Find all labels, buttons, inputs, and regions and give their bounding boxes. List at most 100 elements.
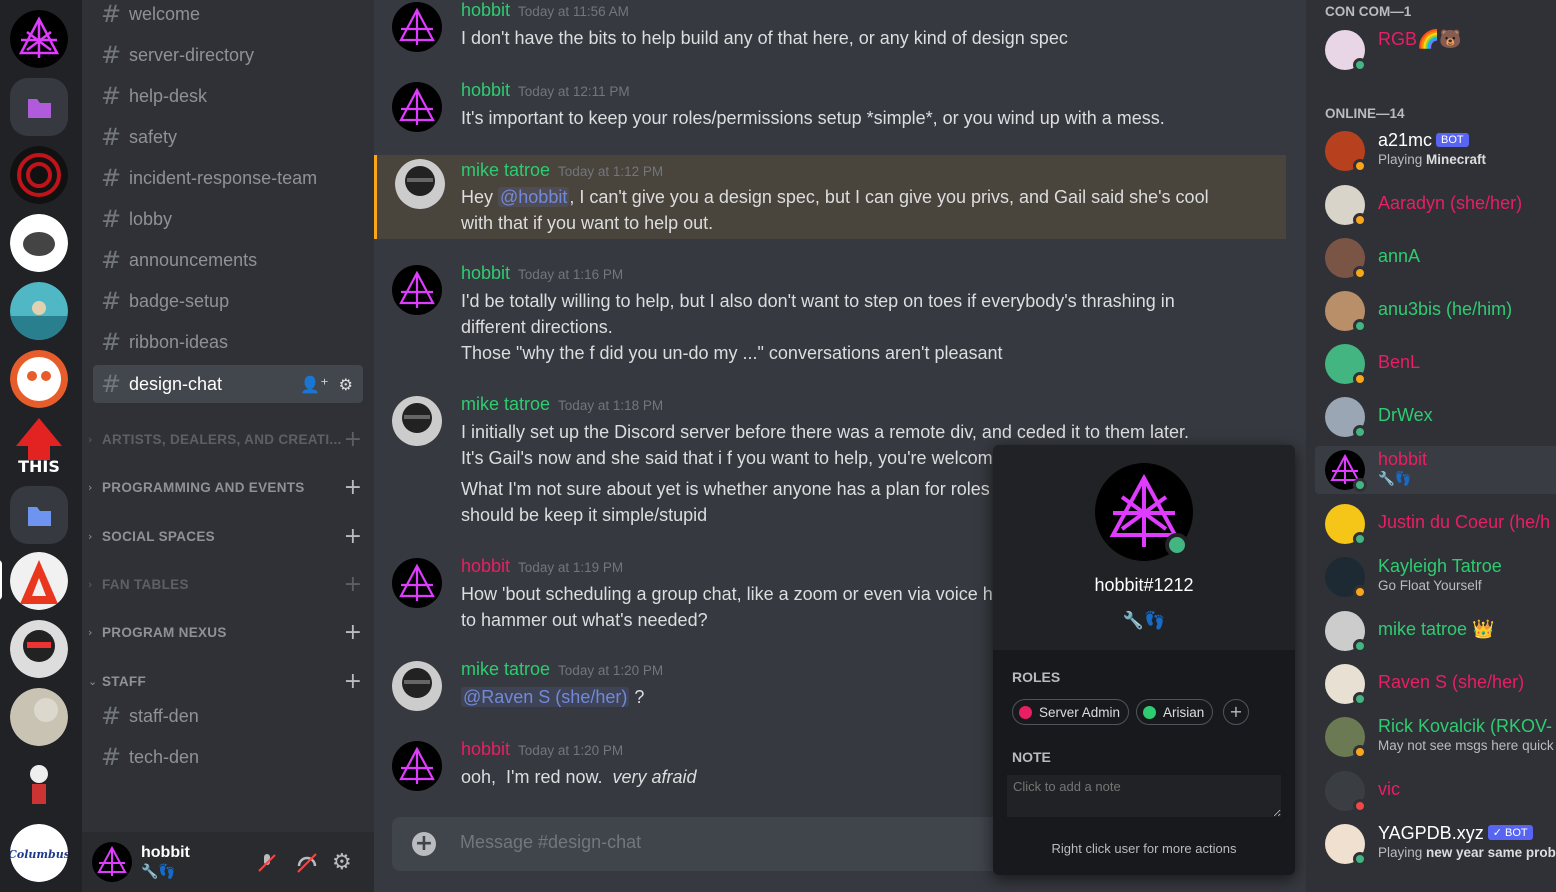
- message-author[interactable]: hobbit: [461, 739, 510, 759]
- category-social[interactable]: › SOCIAL SPACES +: [88, 524, 362, 549]
- server-icon-blur[interactable]: [10, 688, 68, 746]
- bot-badge: BOT: [1436, 133, 1469, 147]
- add-attachment-button[interactable]: +: [412, 832, 436, 856]
- message[interactable]: hobbit Today at 12:11 PM It's important t…: [374, 80, 1286, 142]
- channel-design-chat[interactable]: # design-chat 👤⁺ ⚙: [93, 365, 363, 403]
- message-author[interactable]: hobbit: [461, 556, 510, 576]
- category-fan-tables[interactable]: › FAN TABLES +: [88, 572, 362, 597]
- member-item[interactable]: Kayleigh Tatroe Go Float Yourself: [1315, 553, 1556, 601]
- deafen-icon[interactable]: [294, 850, 320, 876]
- member-item[interactable]: Raven S (she/her): [1315, 660, 1556, 708]
- server-icon-this[interactable]: THIS: [10, 416, 68, 474]
- avatar[interactable]: [392, 396, 442, 446]
- channel-announcements[interactable]: # announcements: [93, 241, 363, 279]
- message-input-placeholder[interactable]: Message #design-chat: [460, 832, 641, 853]
- gear-icon[interactable]: ⚙: [339, 375, 353, 394]
- member-item[interactable]: BenL: [1315, 340, 1556, 388]
- member-item[interactable]: DrWex: [1315, 393, 1556, 441]
- member-name: a21mc BOT: [1378, 130, 1469, 151]
- avatar[interactable]: [395, 159, 445, 209]
- activity-prefix: Playing: [1378, 845, 1427, 860]
- mute-icon[interactable]: [254, 850, 280, 876]
- avatar[interactable]: [392, 265, 442, 315]
- channel-server-directory[interactable]: # server-directory: [93, 36, 363, 74]
- server-icon-shape[interactable]: [10, 214, 68, 272]
- server-icon-underwater[interactable]: [10, 282, 68, 340]
- folder-icon-2[interactable]: [10, 486, 68, 544]
- server-icon-columbus[interactable]: Columbus: [10, 824, 68, 882]
- user-mention[interactable]: @Raven S (she/her): [461, 687, 630, 707]
- server-icon-target[interactable]: [10, 146, 68, 204]
- message[interactable]: hobbit Today at 11:56 AM I don't have the…: [374, 0, 1286, 62]
- online-status-indicator: [1165, 533, 1189, 557]
- server-icon-character[interactable]: [10, 756, 68, 814]
- note-field[interactable]: [1007, 775, 1281, 817]
- avatar[interactable]: [392, 741, 442, 791]
- channel-staff-den[interactable]: # staff-den: [93, 697, 363, 735]
- channel-label: badge-setup: [129, 290, 230, 311]
- member-item[interactable]: YAGPDB.xyz ✓ BOT Playing new year same pro…: [1315, 820, 1556, 868]
- channel-safety[interactable]: # safety: [93, 118, 363, 156]
- channel-welcome[interactable]: # welcome: [93, 0, 363, 33]
- member-name: mike tatroe 👑: [1378, 619, 1495, 639]
- role-chip-arisian[interactable]: Arisian: [1136, 699, 1214, 725]
- member-item-selected[interactable]: hobbit 🔧👣: [1315, 446, 1556, 494]
- avatar[interactable]: [392, 661, 442, 711]
- channel-help-desk[interactable]: # help-desk: [93, 77, 363, 115]
- add-channel-icon[interactable]: +: [344, 669, 362, 694]
- add-channel-icon[interactable]: +: [344, 427, 362, 452]
- member-item[interactable]: a21mc BOT Playing Minecraft: [1315, 127, 1556, 175]
- message-line: I don't have the bits to help build any …: [461, 28, 1068, 48]
- server-icon-robot[interactable]: [10, 350, 68, 408]
- member-item[interactable]: vic: [1315, 767, 1556, 815]
- category-staff[interactable]: ⌄ STAFF +: [88, 669, 362, 694]
- message[interactable]: hobbit Today at 1:16 PM I'd be totally wi…: [374, 263, 1286, 373]
- add-channel-icon[interactable]: +: [344, 620, 362, 645]
- add-channel-icon[interactable]: +: [344, 524, 362, 549]
- note-heading: NOTE: [1012, 749, 1051, 765]
- member-item[interactable]: mike tatroe 👑: [1315, 607, 1556, 655]
- server-icon-astronaut[interactable]: [10, 620, 68, 678]
- user-mention[interactable]: @hobbit: [498, 187, 570, 207]
- add-role-button[interactable]: +: [1223, 699, 1249, 725]
- hash-icon: #: [100, 164, 122, 192]
- locked-hash-icon: #: [100, 743, 122, 771]
- role-chip-server-admin[interactable]: Server Admin: [1012, 699, 1130, 725]
- category-programming[interactable]: › PROGRAMMING AND EVENTS +: [88, 475, 362, 500]
- message-author[interactable]: hobbit: [461, 0, 510, 20]
- member-item[interactable]: anu3bis (he/him): [1315, 287, 1556, 335]
- message-author[interactable]: hobbit: [461, 263, 510, 283]
- add-channel-icon[interactable]: +: [344, 475, 362, 500]
- message-line: I'd be totally willing to help, but I al…: [461, 291, 1175, 311]
- category-artists[interactable]: › ARTISTS, DEALERS, AND CREATI... +: [88, 427, 362, 452]
- avatar[interactable]: [392, 558, 442, 608]
- text-span: Hey: [461, 187, 499, 207]
- avatar[interactable]: [392, 82, 442, 132]
- member-item[interactable]: Aaradyn (she/her): [1315, 181, 1556, 229]
- hash-icon: #: [100, 287, 122, 315]
- channel-incident-response-team[interactable]: # incident-response-team: [93, 159, 363, 197]
- channel-tech-den[interactable]: # tech-den: [93, 738, 363, 776]
- server-icon-a[interactable]: [10, 552, 68, 610]
- folder-icon[interactable]: [10, 78, 68, 136]
- category-program-nexus[interactable]: › PROGRAM NEXUS +: [88, 620, 362, 645]
- message-author[interactable]: mike tatroe: [461, 394, 550, 414]
- member-item[interactable]: annA: [1315, 234, 1556, 282]
- channel-lobby[interactable]: # lobby: [93, 200, 363, 238]
- avatar[interactable]: [92, 842, 132, 882]
- message-author[interactable]: mike tatroe: [461, 659, 550, 679]
- invite-icon[interactable]: 👤⁺: [300, 375, 328, 394]
- channel-ribbon-ideas[interactable]: # ribbon-ideas: [93, 323, 363, 361]
- chevron-down-icon: ⌄: [88, 674, 98, 688]
- channel-badge-setup[interactable]: # badge-setup: [93, 282, 363, 320]
- settings-gear-icon[interactable]: ⚙: [332, 850, 358, 876]
- message-author[interactable]: hobbit: [461, 80, 510, 100]
- member-item[interactable]: Rick Kovalcik (RKOV- May not see msgs her…: [1315, 713, 1556, 761]
- message-highlighted[interactable]: mike tatroe Today at 1:12 PM Hey @hobbit,…: [374, 155, 1286, 239]
- add-channel-icon[interactable]: +: [344, 572, 362, 597]
- member-item[interactable]: RGB🌈🐻: [1315, 26, 1556, 74]
- server-icon-home[interactable]: [10, 10, 68, 68]
- avatar[interactable]: [392, 2, 442, 52]
- member-item[interactable]: Justin du Coeur (he/h: [1315, 500, 1556, 548]
- message-author[interactable]: mike tatroe: [461, 160, 550, 180]
